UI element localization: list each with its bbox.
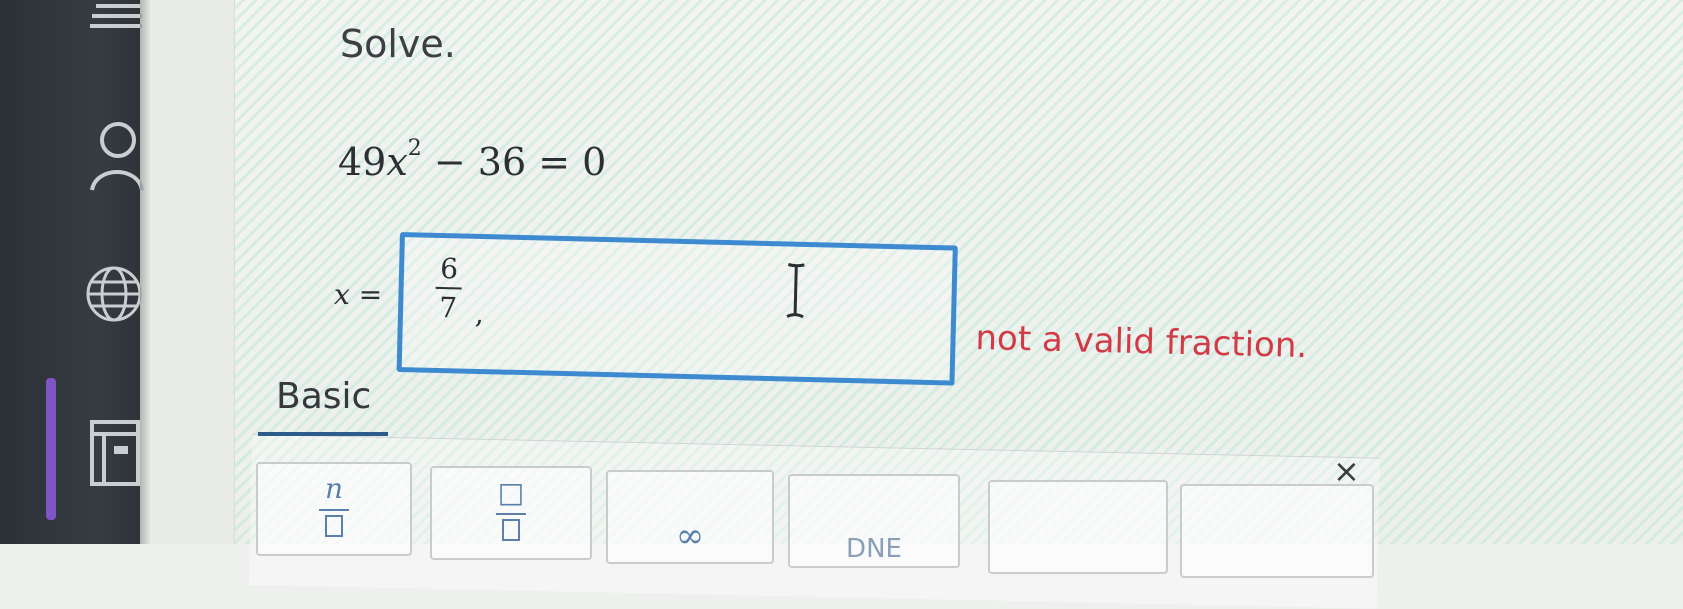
fraction-bar xyxy=(435,286,462,290)
key-blank-2[interactable] xyxy=(1180,484,1374,578)
key-fraction-label: n xyxy=(324,472,344,505)
instruction-text: Solve. xyxy=(340,22,456,66)
key-mixed-fraction-label: □ xyxy=(497,476,525,509)
equation-exponent: 2 xyxy=(407,136,422,161)
book-icon[interactable] xyxy=(88,418,142,488)
answer-fraction: 6 7 xyxy=(435,252,463,325)
equation-variable: x xyxy=(386,140,408,184)
key-infinity[interactable]: ∞ xyxy=(606,470,774,564)
equation: 49x2 − 36 = 0 xyxy=(338,136,606,184)
globe-icon[interactable] xyxy=(84,264,144,324)
key-mixed-fraction[interactable]: □ xyxy=(430,466,592,560)
answer-separator: , xyxy=(474,296,485,331)
tab-basic-underline xyxy=(258,432,388,436)
fraction-numerator: 6 xyxy=(439,251,459,286)
key-infinity-label: ∞ xyxy=(675,516,705,556)
user-icon[interactable] xyxy=(88,118,144,192)
key-blank-1[interactable] xyxy=(988,480,1168,574)
active-indicator xyxy=(46,378,56,520)
sidebar xyxy=(0,0,152,544)
equation-coefficient: 49 xyxy=(338,140,387,184)
equation-rest: − 36 = 0 xyxy=(433,140,607,184)
key-dne-label: DNE xyxy=(846,534,902,564)
key-fraction[interactable]: n xyxy=(256,462,412,556)
content-margin xyxy=(152,0,235,544)
error-message: not a valid fraction. xyxy=(975,318,1308,367)
text-cursor-icon xyxy=(786,263,805,319)
key-dne[interactable]: DNE xyxy=(788,474,960,568)
answer-input[interactable]: 6 7 , xyxy=(396,232,958,386)
fraction-denominator: 7 xyxy=(438,290,458,325)
answer-variable: x xyxy=(334,278,350,311)
answer-label: x = xyxy=(334,278,382,311)
answer-equals: = xyxy=(358,278,383,311)
list-icon[interactable] xyxy=(86,0,146,34)
tab-basic[interactable]: Basic xyxy=(276,376,371,417)
